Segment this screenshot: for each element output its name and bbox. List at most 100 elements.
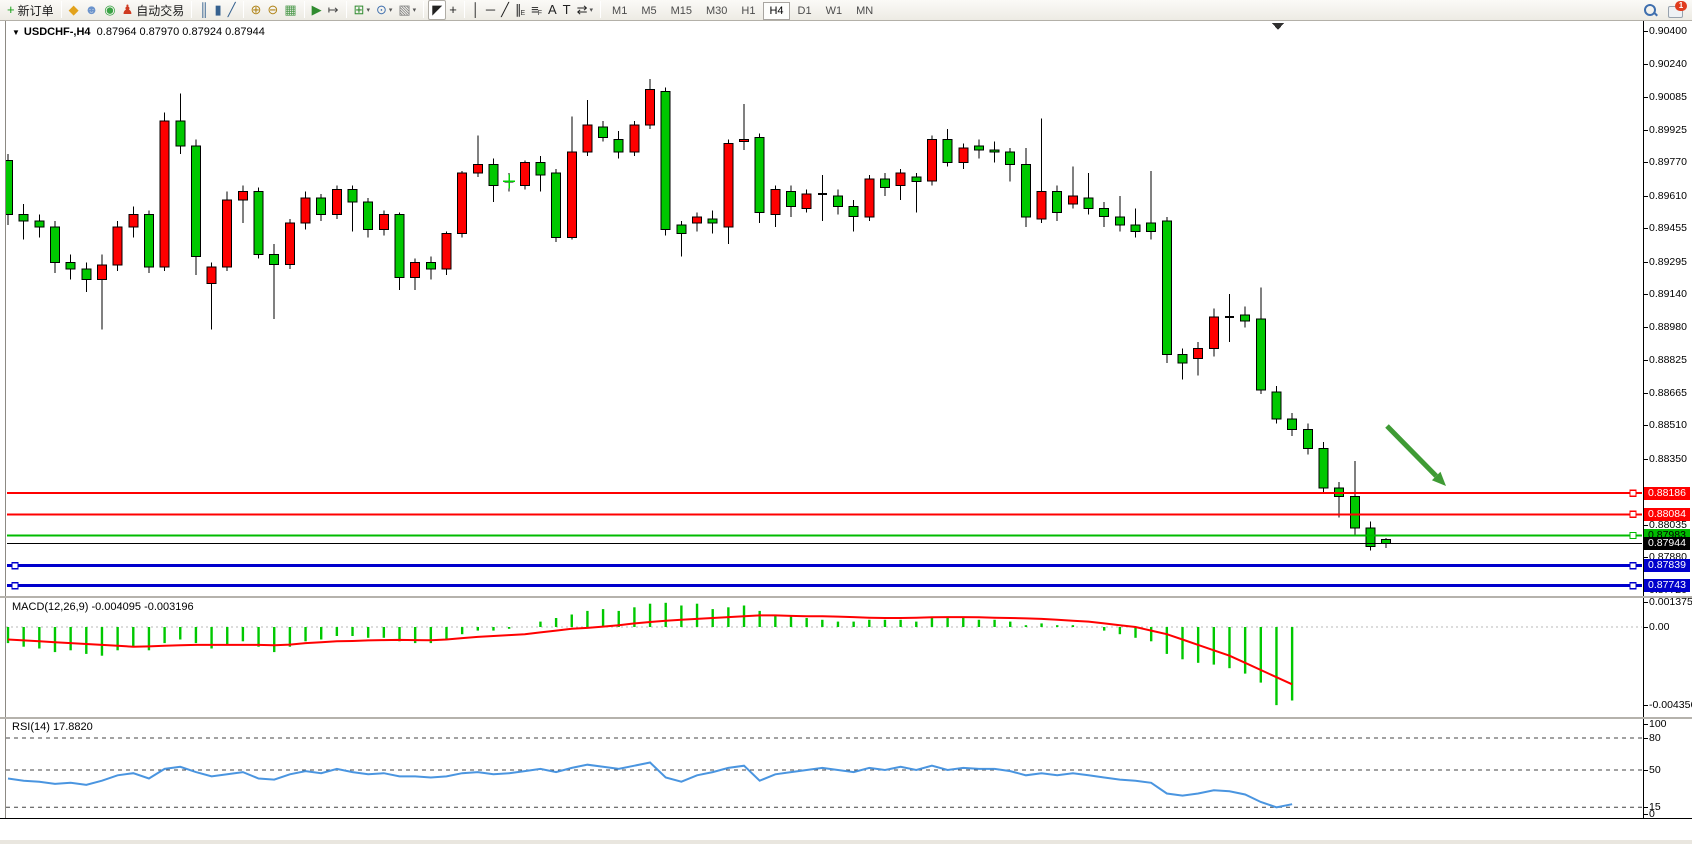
market-icon: ☻	[85, 1, 99, 19]
timeframe-m5[interactable]: M5	[635, 2, 662, 20]
candle-body	[411, 263, 420, 278]
candle-body	[113, 227, 122, 265]
pane-separator[interactable]	[0, 717, 1692, 719]
cursor-icon[interactable]: ◤	[428, 0, 446, 20]
candle-body	[974, 146, 983, 150]
candle-body	[1382, 540, 1391, 544]
candle-body	[1319, 449, 1328, 489]
zoom-in-icon[interactable]: ⊕	[248, 1, 265, 19]
auto-scroll-icon[interactable]: ▶	[309, 1, 325, 19]
line-handle[interactable]	[1630, 563, 1636, 569]
timeframe-m15[interactable]: M15	[665, 2, 698, 20]
candle-body	[849, 206, 858, 216]
toolbar-separator	[304, 1, 305, 18]
chevron-down-icon[interactable]: ▼	[12, 28, 20, 37]
fibonacci-icon-sub: F	[538, 10, 542, 17]
autotrading-button-label: 自动交易	[136, 2, 184, 19]
dropdown-caret-icon[interactable]: ▾	[366, 6, 370, 14]
candle-body	[254, 192, 263, 255]
time-axis[interactable]: 21 Jun 202322 Jun 04:0022 Jun 20:0023 Ju…	[0, 818, 1692, 840]
timeframe-h1[interactable]: H1	[735, 2, 761, 20]
price-chart-pane[interactable]	[6, 22, 1643, 596]
timeframe-m30[interactable]: M30	[700, 2, 733, 20]
timeframe-d1[interactable]: D1	[792, 2, 818, 20]
bar-chart-icon[interactable]: ║	[196, 1, 211, 19]
metaeditor-icon[interactable]: ◆	[66, 1, 82, 19]
periods-icon[interactable]: ⊙▾	[373, 1, 395, 19]
dropdown-caret-icon[interactable]: ▾	[389, 6, 393, 14]
candle-body	[1256, 319, 1265, 390]
dropdown-caret-icon[interactable]: ▾	[590, 6, 594, 14]
candle-body	[990, 150, 999, 152]
fibonacci-icon[interactable]: ≡F	[528, 1, 545, 19]
price-line-label-0.88084: 0.88084	[1644, 508, 1690, 521]
chart-shift-marker[interactable]	[1272, 23, 1284, 30]
candle-body	[489, 165, 498, 186]
candle-body	[144, 215, 153, 267]
notifications-icon[interactable]: 1	[1668, 4, 1684, 18]
price-line-label-0.88186: 0.88186	[1644, 487, 1690, 500]
crosshair-icon: +	[449, 1, 457, 19]
signals-icon[interactable]: ◉	[101, 1, 118, 19]
candle-body	[1115, 217, 1124, 225]
zoom-in-icon: ⊕	[251, 1, 262, 19]
text-label-icon: T	[563, 1, 571, 19]
vertical-line-icon[interactable]: │	[469, 1, 483, 19]
macd-indicator-pane[interactable]	[6, 598, 1643, 717]
new-order-button-label: 新订单	[18, 2, 54, 19]
candle-body	[880, 179, 889, 187]
line-handle[interactable]	[12, 563, 18, 569]
timeframe-w1[interactable]: W1	[820, 2, 849, 20]
horizontal-line-icon[interactable]: ─	[483, 1, 498, 19]
candle-body	[599, 127, 608, 137]
line-handle[interactable]	[1630, 511, 1636, 517]
price-tick-label: 0.90240	[1649, 58, 1687, 70]
dropdown-caret-icon[interactable]: ▾	[413, 6, 417, 14]
candlestick-chart-icon[interactable]: ▮	[212, 1, 225, 19]
rsi-indicator-pane[interactable]	[6, 719, 1643, 818]
toolbar-separator	[346, 1, 347, 18]
line-handle[interactable]	[1630, 583, 1636, 589]
tile-windows-icon[interactable]: ▦	[281, 1, 299, 19]
zoom-out-icon[interactable]: ⊖	[264, 1, 281, 19]
candle-body	[630, 125, 639, 152]
text-label-icon[interactable]: T	[560, 1, 574, 19]
autotrading-button[interactable]: ♟自动交易	[119, 1, 188, 19]
equidistant-channel-icon[interactable]: ∥E	[512, 1, 528, 19]
rsi-axis-label: 80	[1649, 732, 1661, 744]
chart-title: ▼USDCHF-,H4 0.87964 0.87970 0.87924 0.87…	[12, 26, 265, 38]
timeframe-mn[interactable]: MN	[850, 2, 879, 20]
candle-body	[865, 179, 874, 217]
crosshair-icon[interactable]: +	[446, 1, 460, 19]
down-arrow-annotation[interactable]	[1387, 426, 1446, 486]
timeframe-h4[interactable]: H4	[763, 2, 789, 20]
line-handle[interactable]	[1630, 533, 1636, 539]
indicators-icon[interactable]: ⊞▾	[351, 1, 373, 19]
candle-body	[238, 192, 247, 200]
candle-body	[1178, 355, 1187, 363]
line-handle[interactable]	[12, 583, 18, 589]
search-icon[interactable]	[1643, 3, 1658, 18]
pane-separator[interactable]	[0, 596, 1692, 598]
price-tick-label: 0.89925	[1649, 124, 1687, 136]
candle-body	[270, 254, 279, 264]
candle-body	[1053, 192, 1062, 213]
arrows-icon: ⇄	[577, 1, 588, 19]
candle-body	[1147, 223, 1156, 231]
new-order-button[interactable]: +新订单	[4, 1, 57, 19]
text-icon[interactable]: A	[545, 1, 560, 19]
timeframe-m1[interactable]: M1	[606, 2, 633, 20]
arrows-icon[interactable]: ⇄▾	[574, 1, 596, 19]
line-chart-icon[interactable]: ╱	[225, 1, 239, 19]
candle-body	[802, 194, 811, 209]
templates-icon[interactable]: ▧▾	[395, 1, 419, 19]
candle-body	[552, 173, 561, 238]
text-icon: A	[548, 1, 557, 19]
toolbar-separator	[600, 1, 601, 18]
line-handle[interactable]	[1630, 490, 1636, 496]
trendline-icon[interactable]: ╱	[498, 1, 512, 19]
market-icon[interactable]: ☻	[82, 1, 102, 19]
vertical-line-icon: │	[472, 1, 480, 19]
toolbar-items: +新订单◆☻◉♟自动交易║▮╱⊕⊖▦▶↦⊞▾⊙▾▧▾◤+│─╱∥E≡FAT⇄▾	[4, 0, 605, 20]
chart-shift-icon[interactable]: ↦	[325, 1, 342, 19]
